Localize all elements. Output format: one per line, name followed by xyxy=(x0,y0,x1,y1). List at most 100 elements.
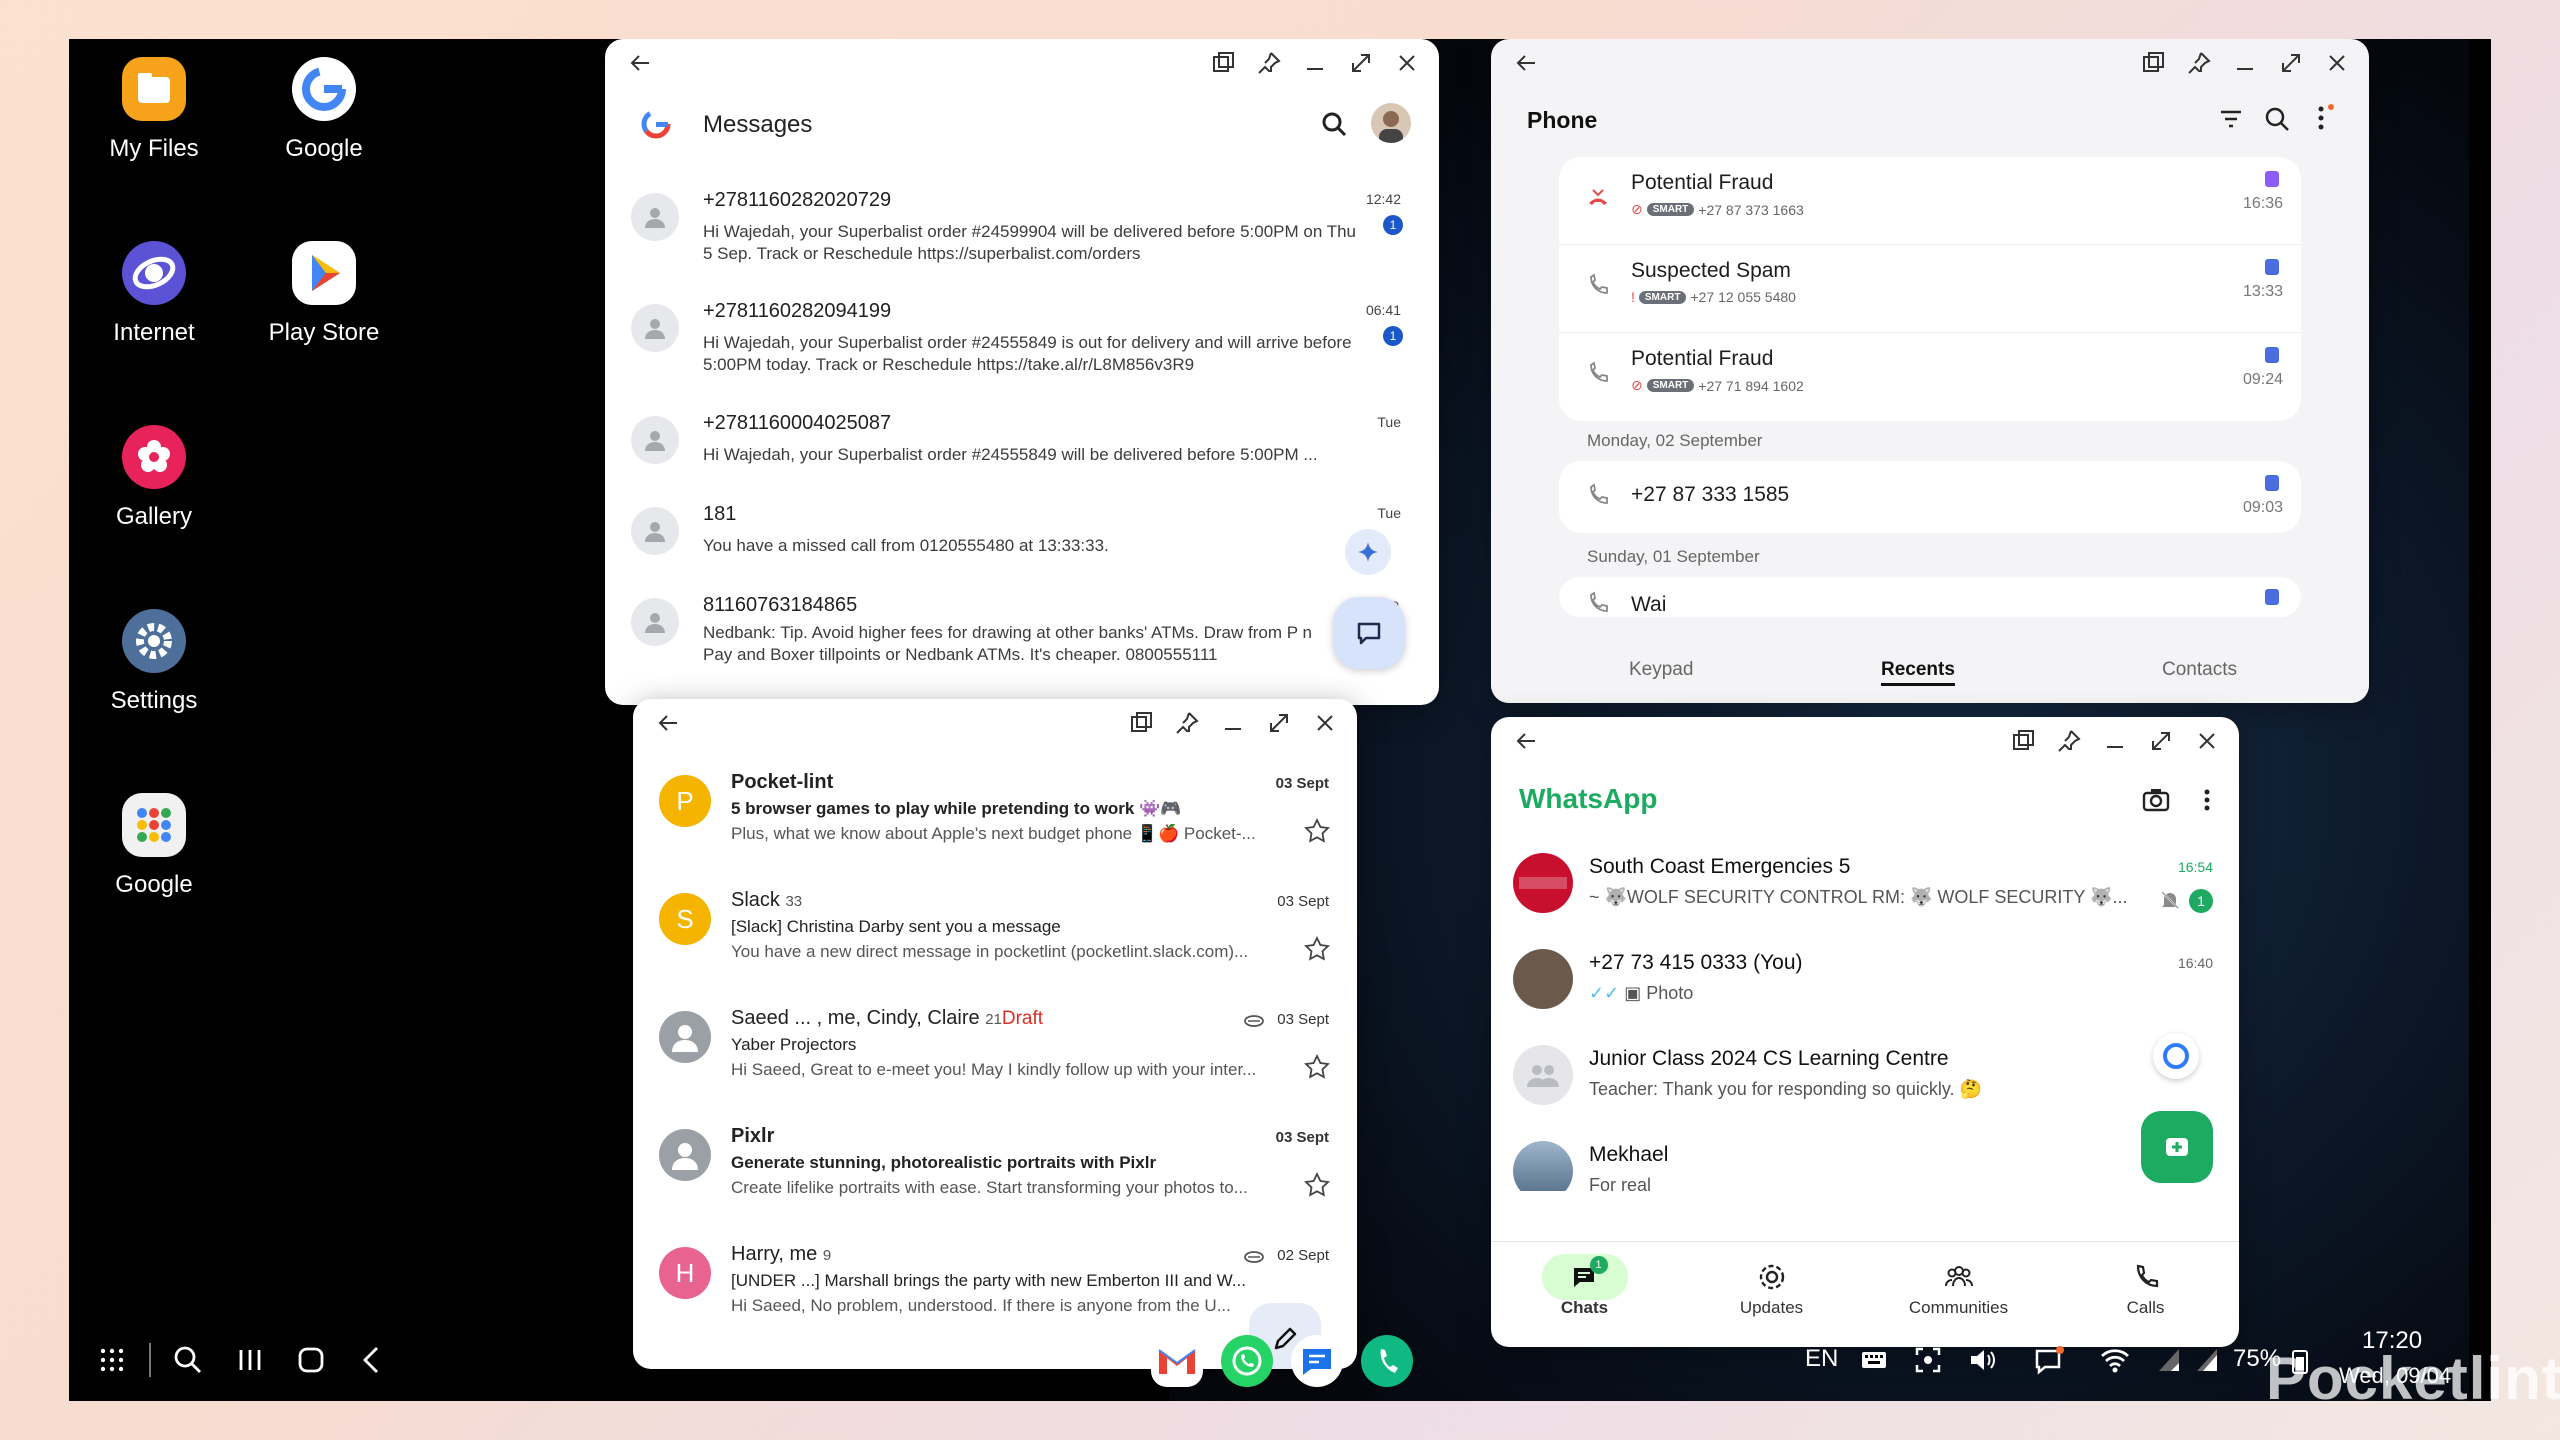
call-log-item[interactable]: Wai xyxy=(1559,577,2301,617)
minimize-icon[interactable] xyxy=(1219,709,1247,737)
conversation-item[interactable]: +2781160282020729 Hi Wajedah, your Super… xyxy=(605,189,1439,289)
camera-icon[interactable] xyxy=(2141,785,2171,815)
conversation-item[interactable]: 181 You have a missed call from 01205554… xyxy=(605,503,1439,603)
call-log-item[interactable]: Potential Fraud ⊘ SMART +27 71 894 1602 09… xyxy=(1559,333,2301,421)
gmail-window: P Pocket-lint 5 browser games to play wh… xyxy=(633,699,1357,1369)
email-sender: Harry, me 9 xyxy=(731,1243,831,1266)
email-sender-name: Saeed ... , me, Cindy, Claire xyxy=(731,1007,980,1029)
call-time: 09:24 xyxy=(2242,371,2283,388)
desktop-icon-gallery[interactable]: Gallery xyxy=(69,425,239,531)
minimize-icon[interactable] xyxy=(2231,49,2259,77)
language-indicator[interactable]: EN xyxy=(1805,1345,1838,1373)
filter-icon[interactable] xyxy=(2217,105,2245,133)
desktop-icon-internet[interactable]: Internet xyxy=(69,241,239,347)
close-icon[interactable] xyxy=(1311,709,1339,737)
gmail-app-icon[interactable] xyxy=(1151,1335,1203,1387)
back-arrow-icon[interactable] xyxy=(627,49,655,77)
maximize-icon[interactable] xyxy=(1265,709,1293,737)
pin-icon[interactable] xyxy=(2055,727,2083,755)
conversation-item[interactable]: +2781160004025087 Hi Wajedah, your Super… xyxy=(605,412,1439,512)
email-item[interactable]: S Slack 33 [Slack] Christina Darby sent … xyxy=(633,879,1357,997)
home-icon[interactable] xyxy=(294,1343,328,1377)
maximize-icon[interactable] xyxy=(1347,49,1375,77)
desktop-icon-my-files[interactable]: My Files xyxy=(69,57,239,163)
search-icon[interactable] xyxy=(171,1343,205,1377)
app-drawer-icon[interactable] xyxy=(95,1343,129,1377)
group-avatar xyxy=(1513,853,1573,913)
chat-item[interactable]: Mekhael For real xyxy=(1491,1131,2239,1191)
messages-app-icon[interactable] xyxy=(1291,1335,1343,1387)
desktop-icon-label: Internet xyxy=(113,319,195,346)
call-log-item[interactable]: Suspected Spam ! SMART +27 12 055 5480 13:… xyxy=(1559,245,2301,333)
close-icon[interactable] xyxy=(2323,49,2351,77)
thread-count: 21 xyxy=(985,1011,1002,1028)
email-sender-name: Slack xyxy=(731,889,780,911)
notification-icon[interactable] xyxy=(2033,1345,2065,1377)
conversation-item[interactable]: +2781160282094199 Hi Wajedah, your Super… xyxy=(605,300,1439,400)
back-icon[interactable] xyxy=(355,1343,389,1377)
keyboard-icon[interactable] xyxy=(1859,1345,1889,1375)
close-icon[interactable] xyxy=(2193,727,2221,755)
recent-apps-icon[interactable] xyxy=(233,1343,267,1377)
email-item[interactable]: P Pocket-lint 5 browser games to play wh… xyxy=(633,761,1357,879)
screen-capture-icon[interactable] xyxy=(1913,1345,1943,1375)
group-icon xyxy=(1513,1045,1573,1105)
star-icon[interactable] xyxy=(1303,1053,1331,1081)
more-options-icon[interactable] xyxy=(2307,103,2335,133)
minimize-icon[interactable] xyxy=(2101,727,2129,755)
meta-ai-button[interactable] xyxy=(2153,1033,2199,1079)
star-icon[interactable] xyxy=(1303,935,1331,963)
chat-item[interactable]: South Coast Emergencies 5 ~ 🐺WOLF SECURI… xyxy=(1491,843,2239,939)
more-options-icon[interactable] xyxy=(2199,785,2215,815)
avatar[interactable] xyxy=(1371,103,1411,143)
search-icon[interactable] xyxy=(1319,109,1349,139)
email-item[interactable]: Pixlr Generate stunning, photorealistic … xyxy=(633,1115,1357,1233)
pin-icon[interactable] xyxy=(2185,49,2213,77)
back-arrow-icon[interactable] xyxy=(1513,727,1541,755)
call-log-item[interactable]: Potential Fraud ⊘ SMART +27 87 373 1663 16… xyxy=(1559,157,2301,245)
search-icon[interactable] xyxy=(2263,105,2291,133)
person-icon xyxy=(631,193,679,241)
blocked-icon: ⊘ xyxy=(1631,377,1643,393)
desktop-icon-settings[interactable]: Settings xyxy=(69,609,239,715)
maximize-icon[interactable] xyxy=(2277,49,2305,77)
desktop-folder-google[interactable]: Google xyxy=(69,793,239,899)
split-view-icon[interactable] xyxy=(2139,49,2167,77)
tab-recents[interactable]: Recents xyxy=(1881,659,1955,686)
start-chat-button[interactable] xyxy=(1333,597,1405,669)
chat-item[interactable]: +27 73 415 0333 (You) ✓✓ ▣ Photo 16:40 xyxy=(1491,939,2239,1035)
call-time: 09:03 xyxy=(2242,499,2283,516)
tab-keypad[interactable]: Keypad xyxy=(1629,659,1693,681)
conversation-snippet: Hi Wajedah, your Superbalist order #2455… xyxy=(703,333,1352,374)
maximize-icon[interactable] xyxy=(2147,727,2175,755)
email-subject: 5 browser games to play while pretending… xyxy=(731,799,1182,818)
desktop-icon-google[interactable]: Google xyxy=(239,57,409,163)
label-icon xyxy=(1243,1249,1265,1265)
desktop-icon-play-store[interactable]: Play Store xyxy=(239,241,409,347)
tab-contacts[interactable]: Contacts xyxy=(2162,659,2237,681)
back-arrow-icon[interactable] xyxy=(1513,49,1541,77)
contact-avatar xyxy=(1513,949,1573,1009)
back-arrow-icon[interactable] xyxy=(655,709,683,737)
conversation-time: 06:41 xyxy=(1365,302,1401,318)
split-view-icon[interactable] xyxy=(2009,727,2037,755)
star-icon[interactable] xyxy=(1303,817,1331,845)
call-log-item[interactable]: +27 87 333 1585 09:03 xyxy=(1559,461,2301,533)
pin-icon[interactable] xyxy=(1255,49,1283,77)
phone-app-icon[interactable] xyxy=(1361,1335,1413,1387)
chat-item[interactable]: Junior Class 2024 CS Learning Centre Tea… xyxy=(1491,1035,2239,1131)
split-view-icon[interactable] xyxy=(1209,49,1237,77)
split-view-icon[interactable] xyxy=(1127,709,1155,737)
close-icon[interactable] xyxy=(1393,49,1421,77)
pin-icon[interactable] xyxy=(1173,709,1201,737)
star-icon[interactable] xyxy=(1303,1171,1331,1199)
gemini-sparkle-button[interactable] xyxy=(1345,529,1391,575)
whatsapp-app-icon[interactable] xyxy=(1221,1335,1273,1387)
conversation-item[interactable]: 81160763184865 Nedbank: Tip. Avoid highe… xyxy=(605,594,1439,694)
email-item[interactable]: Saeed ... , me, Cindy, Claire 21Draft Ya… xyxy=(633,997,1357,1115)
person-icon xyxy=(631,416,679,464)
minimize-icon[interactable] xyxy=(1301,49,1329,77)
new-chat-button[interactable] xyxy=(2141,1111,2213,1183)
volume-icon[interactable] xyxy=(1967,1345,1997,1375)
phone-icon xyxy=(2131,1262,2161,1292)
